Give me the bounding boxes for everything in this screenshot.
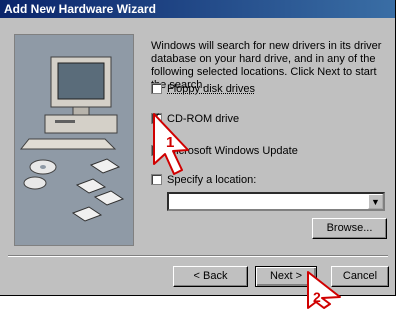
browse-button[interactable]: Browse...: [312, 218, 387, 239]
callout-number-1: 1: [166, 134, 175, 151]
floppy-checkbox[interactable]: [151, 83, 162, 94]
title-bar: Add New Hardware Wizard: [0, 0, 395, 18]
back-button[interactable]: < Back: [173, 266, 248, 287]
divider: [8, 255, 388, 257]
callout-number-2: 2: [313, 289, 321, 305]
hardware-illustration: [14, 34, 134, 246]
dropdown-arrow-icon[interactable]: ▼: [368, 194, 383, 209]
floppy-label: Floppy disk drives: [167, 83, 256, 95]
computer-illustration-icon: [15, 35, 133, 245]
window-title: Add New Hardware Wizard: [4, 2, 156, 16]
location-combobox[interactable]: ▼: [167, 192, 385, 211]
